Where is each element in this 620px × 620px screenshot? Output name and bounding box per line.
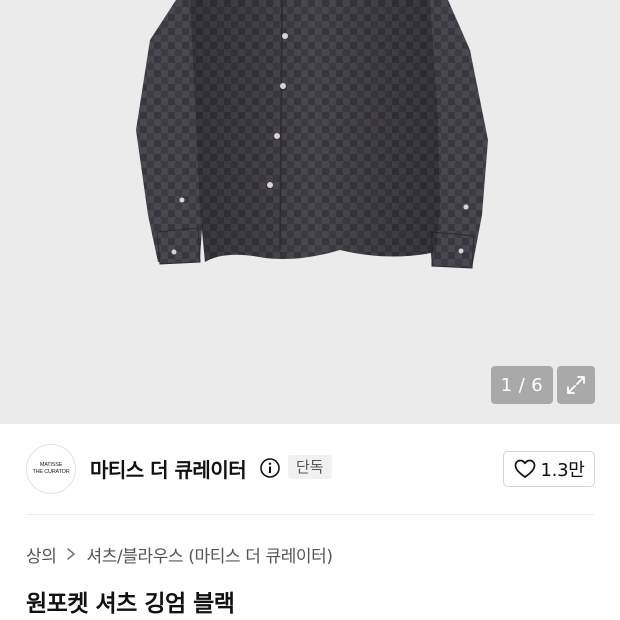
breadcrumb-category-top[interactable]: 상의 (26, 542, 57, 567)
product-title: 원포켓 셔츠 깅엄 블랙 (26, 591, 235, 617)
brand-row: MATISSE THE CURATOR 마티스 더 큐레이터 단독 1.3만 (0, 424, 620, 514)
product-image-gallery[interactable]: 1 / 6 (0, 0, 620, 424)
brand-logo-line2: THE CURATOR (32, 469, 70, 475)
like-count: 1.3만 (540, 460, 585, 481)
exclusive-badge: 단독 (288, 455, 332, 479)
product-detail-page: 1 / 6 MATISSE THE CURATOR 마티스 더 큐레이터 단독 … (0, 0, 620, 620)
chevron-right-icon (66, 547, 76, 561)
image-counter-current: 1 (500, 374, 513, 396)
expand-image-button[interactable] (557, 366, 595, 404)
breadcrumb-category-sub[interactable]: 셔츠/블라우스 (마티스 더 큐레이터) (86, 542, 333, 567)
info-icon[interactable] (259, 457, 281, 479)
product-image (136, 0, 488, 269)
brand-logo[interactable]: MATISSE THE CURATOR (26, 444, 76, 494)
image-counter-separator: / (518, 374, 526, 396)
brand-name-link[interactable]: 마티스 더 큐레이터 (90, 454, 247, 483)
image-counter: 1 / 6 (491, 366, 553, 404)
expand-arrows-icon (567, 376, 585, 394)
image-counter-total: 6 (531, 374, 544, 396)
heart-icon (514, 459, 535, 478)
breadcrumb: 상의 셔츠/블라우스 (마티스 더 큐레이터) (26, 542, 333, 567)
like-button[interactable]: 1.3만 (503, 451, 595, 487)
section-divider (26, 514, 594, 515)
brand-logo-line1: MATISSE (39, 462, 63, 468)
